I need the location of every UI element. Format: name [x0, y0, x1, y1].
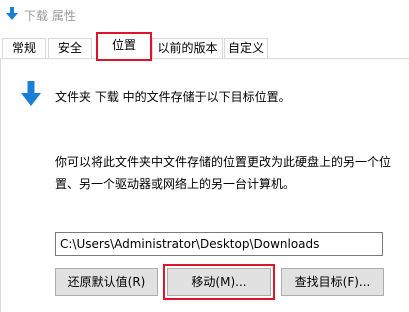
folder-path-field[interactable]: C:\Users\Administrator\Desktop\Downloads	[55, 232, 383, 256]
tab-general[interactable]: 常规	[2, 38, 46, 59]
find-target-button[interactable]: 查找目标(F)...	[281, 268, 384, 296]
tab-bar: 常规 安全 位置 以前的版本 自定义	[0, 32, 409, 61]
download-arrow-icon	[6, 7, 18, 21]
properties-window: 下载 属性 常规 安全 位置 以前的版本 自定义 文件夹 下载 中的文件存储于以…	[0, 0, 409, 312]
restore-default-button[interactable]: 还原默认值(R)	[55, 268, 158, 296]
location-help-text: 你可以将此文件夹中文件存储的位置更改为此硬盘上的另一个位置、另一个驱动器或网络上…	[55, 155, 392, 191]
location-description: 文件夹 下载 中的文件存储于以下目标位置。	[55, 90, 291, 104]
tab-customize[interactable]: 自定义	[224, 38, 268, 59]
tab-previous-versions[interactable]: 以前的版本	[152, 38, 223, 59]
title-bar: 下载 属性	[0, 0, 409, 30]
tab-location[interactable]: 位置	[96, 32, 152, 61]
download-arrow-icon	[21, 81, 41, 107]
window-title: 下载 属性	[24, 9, 76, 23]
tab-security[interactable]: 安全	[48, 38, 92, 59]
move-button[interactable]: 移动(M)...	[163, 264, 275, 300]
